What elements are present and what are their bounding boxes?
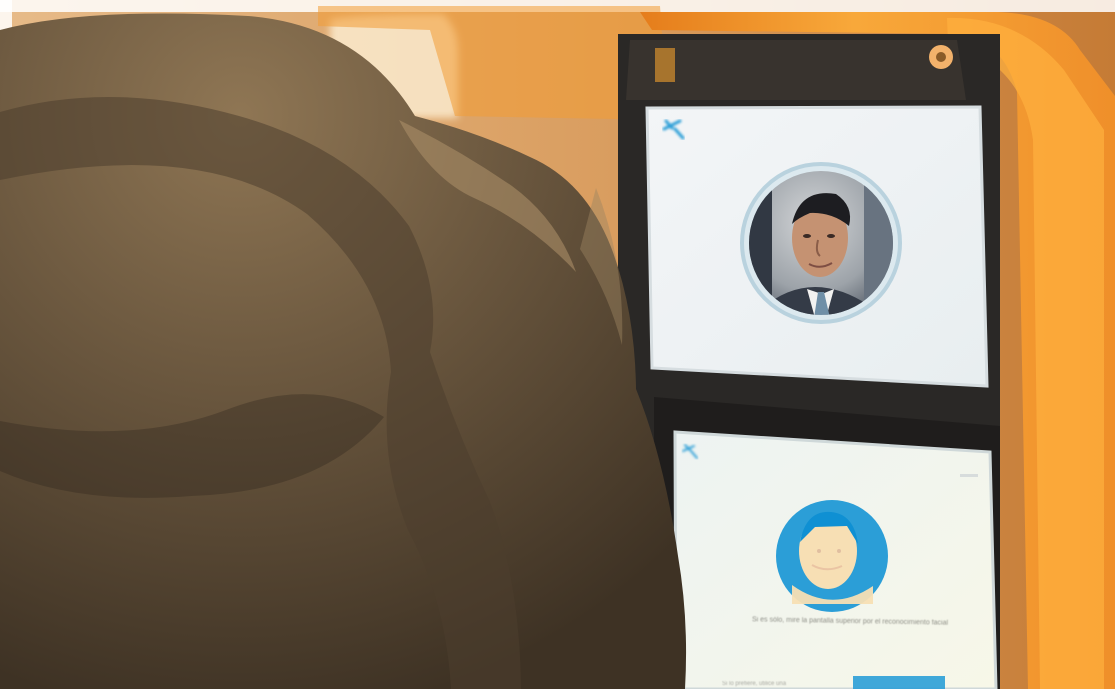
bottom-screen-button[interactable] (853, 676, 945, 689)
photo-scene (0, 0, 1115, 689)
bottom-screen-small-text: Si lo prefiere, utilice una (722, 681, 787, 687)
atm-facial-recognition-photo: Si es sólo, mire la pantalla superior po… (0, 0, 1115, 689)
